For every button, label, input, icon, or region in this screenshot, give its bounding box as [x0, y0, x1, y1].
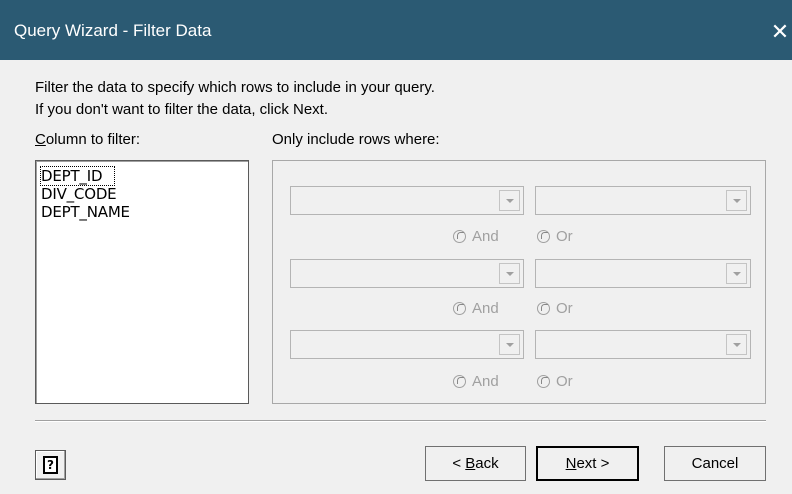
chevron-down-icon[interactable] — [726, 190, 747, 211]
window-title: Query Wizard - Filter Data — [14, 21, 212, 40]
help-button[interactable]: ? — [35, 450, 66, 480]
radio-circle-icon — [453, 375, 466, 388]
radio-circle-icon — [537, 375, 550, 388]
radio-circle-icon — [453, 230, 466, 243]
column-3-operator-dropdown[interactable] — [290, 330, 524, 359]
close-icon[interactable]: ✕ — [768, 12, 792, 52]
next-button[interactable]: Next > — [536, 446, 639, 481]
cancel-button[interactable]: Cancel — [664, 446, 766, 481]
instruction-line-2: If you don't want to filter the data, cl… — [35, 101, 329, 118]
radio-circle-icon — [453, 302, 466, 315]
only-include-rows-label: Only include rows where: — [272, 131, 440, 148]
list-item[interactable]: DIV_CODE — [41, 185, 117, 203]
chevron-down-icon[interactable] — [499, 334, 520, 355]
chevron-down-icon[interactable] — [499, 190, 520, 211]
radio-circle-icon — [537, 302, 550, 315]
or-radio-2[interactable]: Or — [537, 300, 573, 317]
help-icon: ? — [43, 456, 58, 474]
dialog-separator — [35, 420, 766, 422]
column-1-value-dropdown[interactable] — [535, 186, 751, 215]
and-radio-1[interactable]: And — [453, 228, 499, 245]
column-2-value-dropdown[interactable] — [535, 259, 751, 288]
instruction-line-1: Filter the data to specify which rows to… — [35, 79, 435, 96]
radio-circle-icon — [537, 230, 550, 243]
chevron-down-icon[interactable] — [726, 334, 747, 355]
column-2-operator-dropdown[interactable] — [290, 259, 524, 288]
or-radio-3[interactable]: Or — [537, 373, 573, 390]
and-radio-2[interactable]: And — [453, 300, 499, 317]
column-1-operator-dropdown[interactable] — [290, 186, 524, 215]
back-button[interactable]: < Back — [425, 446, 526, 481]
title-bar: Query Wizard - Filter Data ✕ — [0, 0, 792, 60]
and-radio-3[interactable]: And — [453, 373, 499, 390]
list-item[interactable]: DEPT_NAME — [41, 203, 130, 221]
list-item[interactable]: DEPT_ID — [39, 166, 116, 186]
chevron-down-icon[interactable] — [726, 263, 747, 284]
column-listbox[interactable]: DEPT_ID DIV_CODE DEPT_NAME — [35, 160, 249, 404]
column-to-filter-label: Column to filter: — [35, 131, 141, 148]
or-radio-1[interactable]: Or — [537, 228, 573, 245]
chevron-down-icon[interactable] — [499, 263, 520, 284]
column-3-value-dropdown[interactable] — [535, 330, 751, 359]
